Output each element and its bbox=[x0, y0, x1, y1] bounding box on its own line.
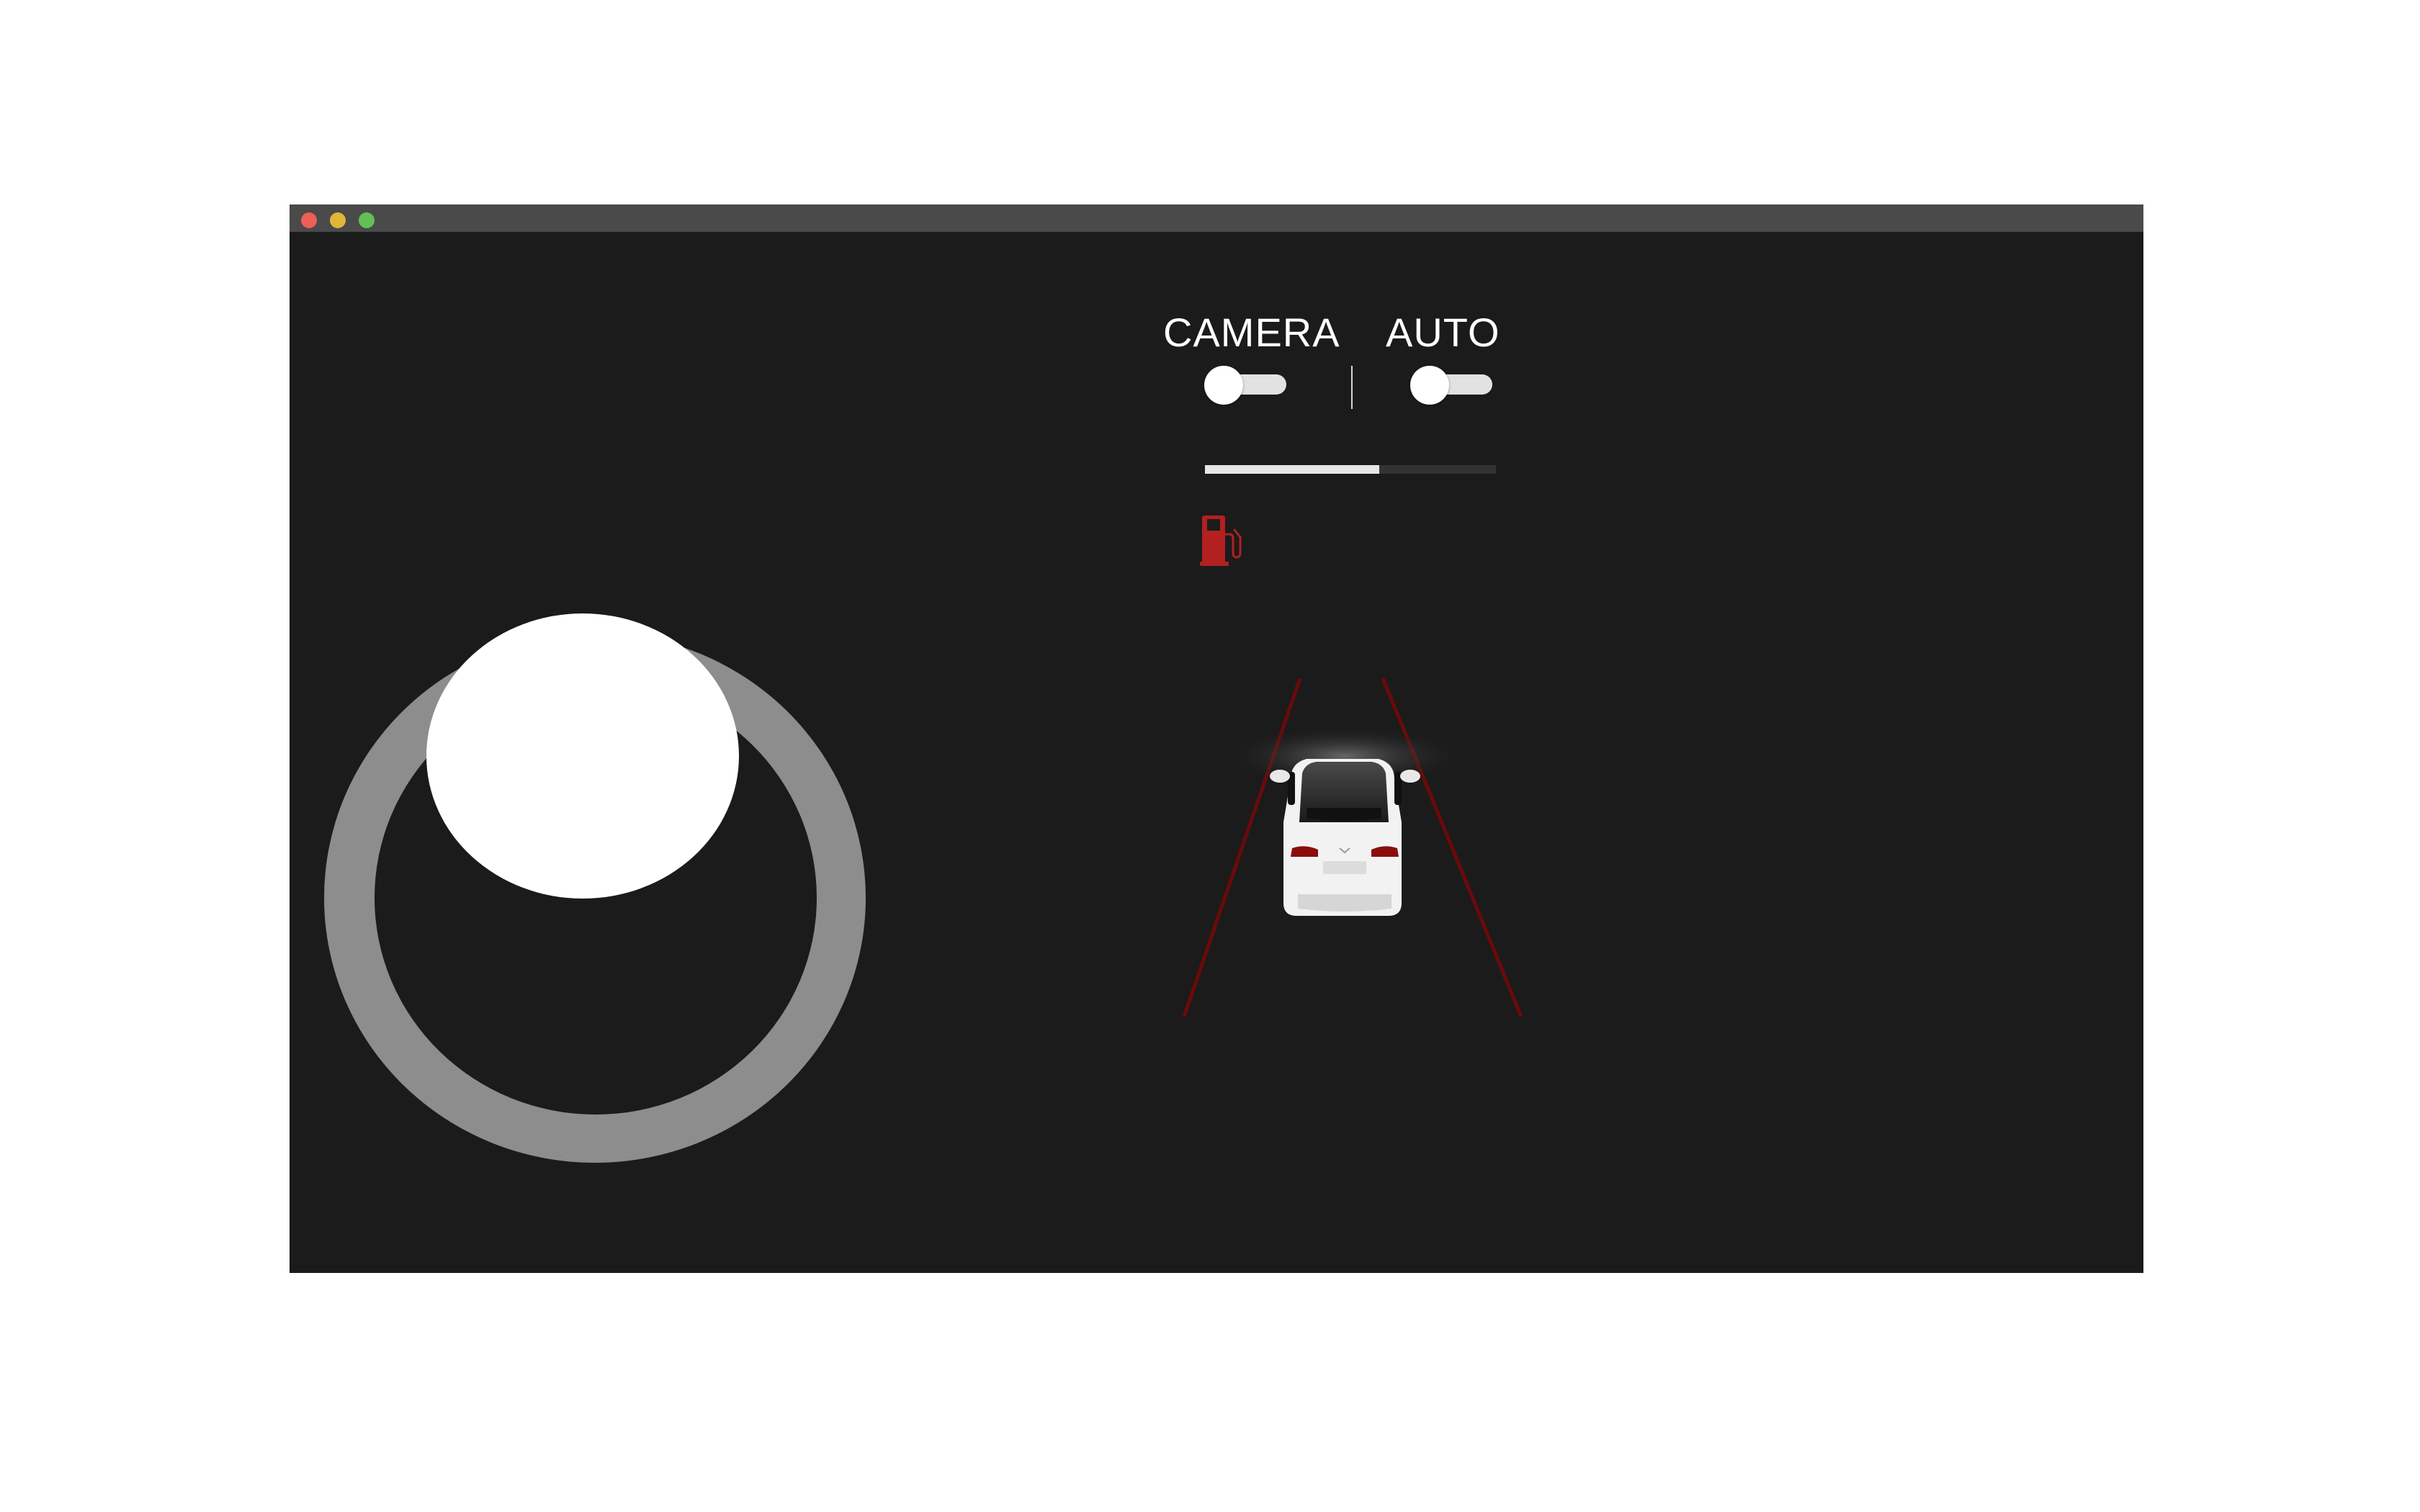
camera-label: CAMERA bbox=[1163, 310, 1340, 355]
camera-toggle-thumb bbox=[1204, 366, 1243, 405]
close-window-button[interactable] bbox=[301, 212, 317, 228]
maximize-window-button[interactable] bbox=[359, 212, 375, 228]
fuel-pump-icon bbox=[1200, 516, 1242, 566]
toggle-divider bbox=[1351, 366, 1353, 409]
right-lane-line bbox=[1381, 678, 1523, 1017]
minimize-window-button[interactable] bbox=[330, 212, 346, 228]
auto-label: AUTO bbox=[1386, 310, 1500, 355]
auto-toggle-thumb bbox=[1410, 366, 1449, 405]
fuel-level-fill bbox=[1205, 465, 1380, 474]
fuel-level-bar bbox=[1205, 465, 1496, 474]
car-rear-view-icon bbox=[1270, 759, 1420, 916]
left-lane-line bbox=[1182, 678, 1302, 1017]
dashboard: CAMERA AUTO bbox=[290, 232, 2143, 1273]
joystick-knob[interactable] bbox=[426, 613, 739, 899]
auto-toggle[interactable] bbox=[1410, 363, 1492, 406]
camera-toggle[interactable] bbox=[1204, 363, 1286, 406]
app-window: CAMERA AUTO bbox=[290, 204, 2143, 1273]
title-bar bbox=[290, 204, 2143, 232]
vehicle-view bbox=[1182, 678, 1523, 1017]
